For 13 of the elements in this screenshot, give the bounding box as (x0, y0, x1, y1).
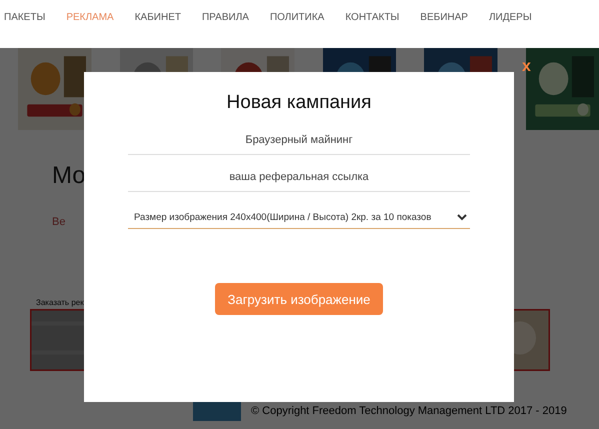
dialog-title: Новая кампания (226, 92, 372, 114)
logo-badge (193, 401, 241, 421)
nav-link[interactable]: ПРАВИЛА (202, 12, 249, 48)
nav-link[interactable]: ПОЛИТИКА (270, 12, 324, 48)
nav-link[interactable]: ЛИДЕРЫ (488, 12, 532, 48)
page-heading: Мо (52, 162, 86, 190)
nav-link[interactable]: КАБИНЕТ (134, 12, 181, 48)
nav-link[interactable]: ВЕБИНАР (420, 12, 468, 48)
nav-link[interactable]: ПАКЕТЫ (4, 12, 46, 48)
close-button[interactable]: x (522, 58, 531, 76)
nav-link[interactable]: КОНТАКТЫ (345, 12, 400, 48)
copyright-text: © Copyright Freedom Technology Management LTD 2017 - 2019 (251, 405, 567, 417)
order-label: Заказать рек (36, 298, 84, 307)
